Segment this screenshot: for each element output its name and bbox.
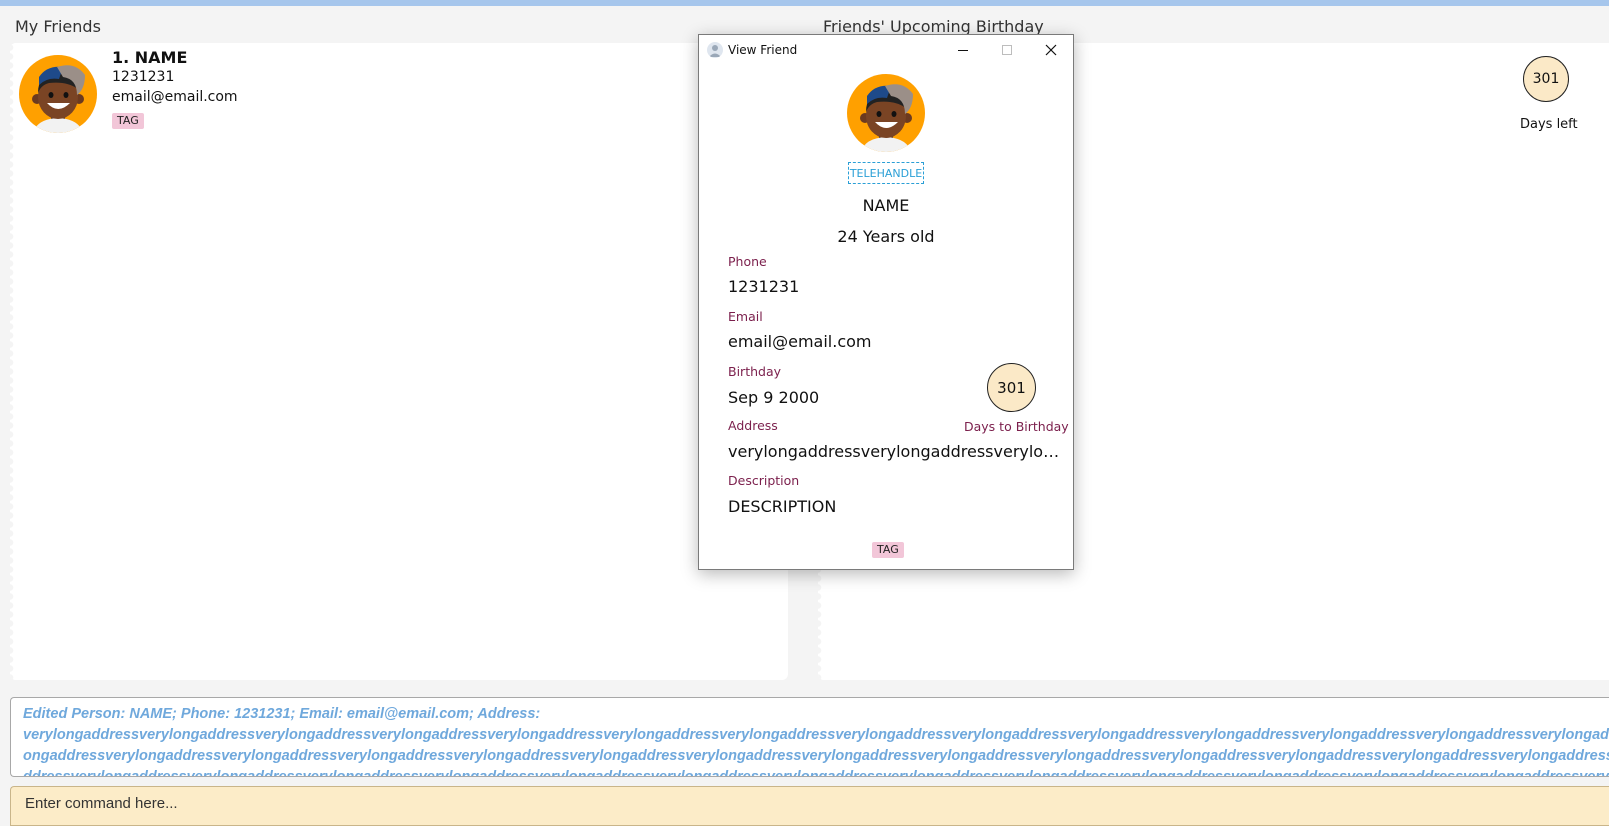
result-line: ongaddressverylongaddressverylongaddress… xyxy=(23,748,1609,764)
maximize-icon xyxy=(1002,45,1012,55)
result-line: verylongaddressverylongaddressverylongad… xyxy=(23,727,1609,743)
birthday-countdown-badge: 301 xyxy=(1523,56,1569,102)
result-line: Edited Person: NAME; Phone: 1231231; Ema… xyxy=(23,706,541,722)
friend-email: email@email.com xyxy=(112,89,238,105)
email-label: Email xyxy=(728,309,763,324)
phone-value: 1231231 xyxy=(728,277,800,296)
telehandle-link[interactable]: TELEHANDLE xyxy=(848,162,924,184)
phone-label: Phone xyxy=(728,254,767,269)
friend-name: NAME xyxy=(862,196,910,215)
description-label: Description xyxy=(728,473,800,488)
friend-name: 1. NAME xyxy=(112,48,188,67)
person-avatar-icon xyxy=(847,74,925,152)
days-to-birthday-badge: 301 xyxy=(987,363,1036,412)
command-input[interactable] xyxy=(23,794,1527,813)
friend-age: 24 Years old xyxy=(837,227,935,246)
result-display[interactable]: Edited Person: NAME; Phone: 1231231; Ema… xyxy=(10,697,1609,777)
window-title: View Friend xyxy=(728,43,798,57)
address-label: Address xyxy=(728,418,778,433)
window-titlebar[interactable]: View Friend xyxy=(699,35,1073,65)
birthday-value: Sep 9 2000 xyxy=(728,388,820,407)
friend-tag: TAG xyxy=(112,113,144,129)
window-top-strip xyxy=(0,0,1609,6)
result-line: ddressverylongaddressverylongaddressvery… xyxy=(23,769,1609,777)
friends-panel-title: My Friends xyxy=(15,17,101,36)
view-friend-window[interactable]: View Friend TELEHANDLE NAME 24 Years old… xyxy=(698,34,1074,570)
user-icon xyxy=(707,42,723,58)
friend-tag: TAG xyxy=(872,542,904,558)
minimize-icon xyxy=(958,50,968,51)
days-left-label: Days left xyxy=(1520,117,1578,132)
person-avatar-icon xyxy=(19,55,97,133)
address-value: verylongaddressverylongaddressverylongad… xyxy=(728,442,1063,461)
birthday-label: Birthday xyxy=(728,364,782,379)
minimize-button[interactable] xyxy=(941,35,985,65)
close-button[interactable] xyxy=(1029,35,1073,65)
close-icon xyxy=(1045,44,1057,56)
friend-phone: 1231231 xyxy=(112,69,175,85)
days-to-birthday-label: Days to Birthday xyxy=(964,419,1069,434)
friend-card[interactable]: 1. NAME 1231231 email@email.com TAG xyxy=(12,45,772,140)
description-value: DESCRIPTION xyxy=(728,497,837,516)
command-box[interactable] xyxy=(10,786,1609,826)
maximize-button[interactable] xyxy=(985,35,1029,65)
email-value: email@email.com xyxy=(728,332,872,351)
